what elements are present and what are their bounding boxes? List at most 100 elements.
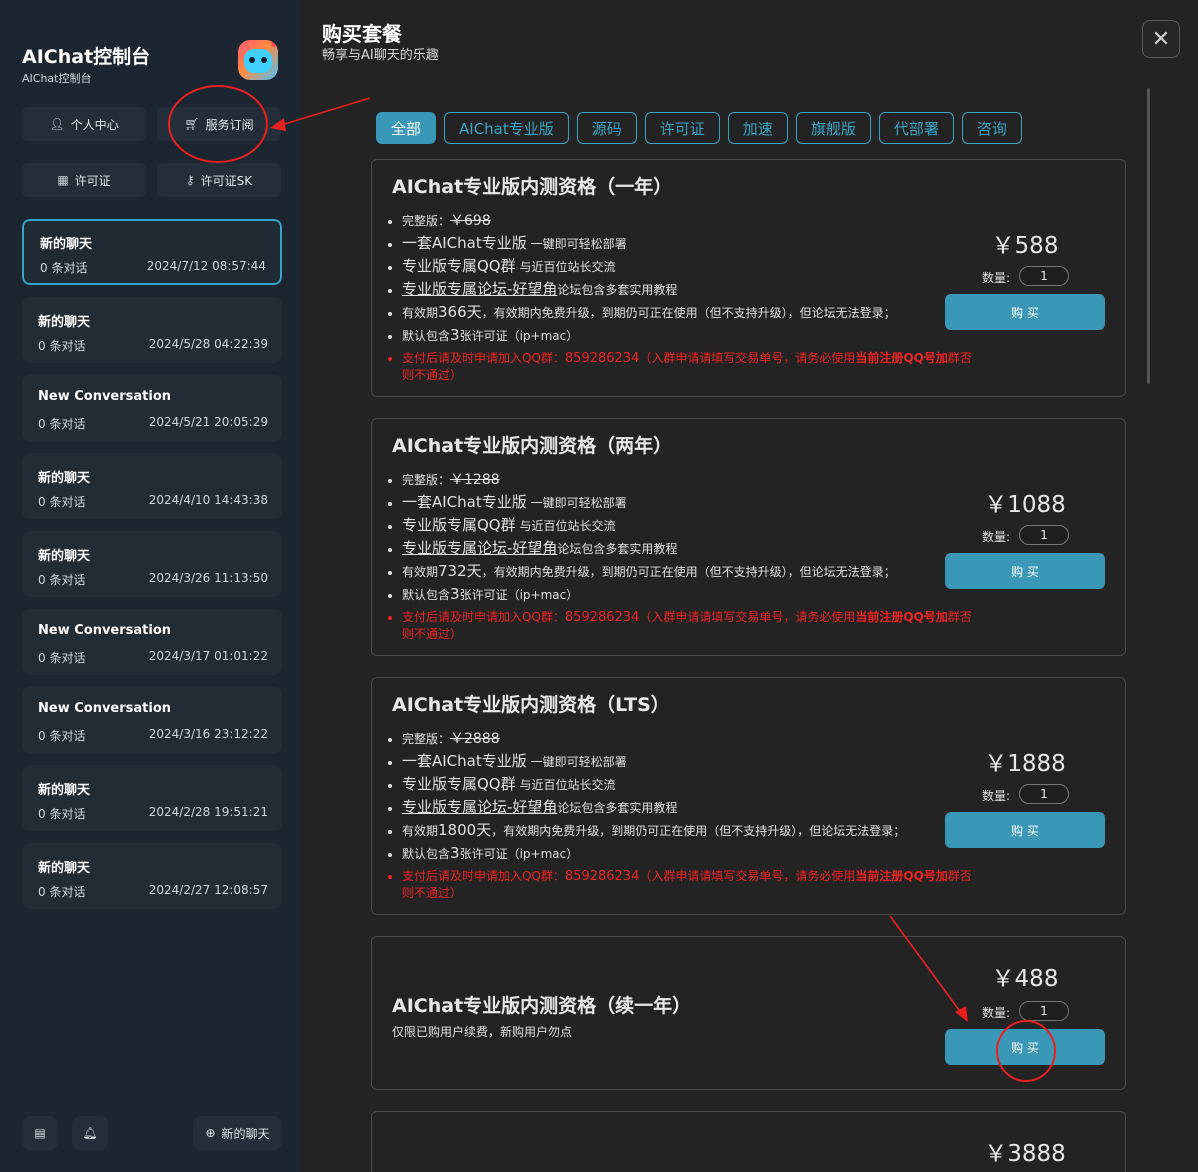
conversation-date: 2024/5/28 04:22:39 xyxy=(148,337,268,351)
feature-forum: 专业版专属论坛-好望角论坛包含多套实用教程 xyxy=(402,278,972,301)
feature-set: 一套AIChat专业版 一键即可轻松部署 xyxy=(402,232,972,255)
product-card: ￥3888 xyxy=(371,1111,1126,1172)
feature-set: 一套AIChat专业版 一键即可轻松部署 xyxy=(402,750,972,773)
conversation-item[interactable]: 新的聊天 0 条对话 2024/4/10 14:43:38 xyxy=(22,453,282,519)
conversation-date: 2024/3/26 11:13:50 xyxy=(148,571,268,585)
feature-validity: 有效期366天，有效期内免费升级，到期仍可正在使用（但不支持升级），但论坛无法登… xyxy=(402,301,972,324)
close-button[interactable]: ✕ xyxy=(1142,20,1180,58)
quantity-input[interactable]: 1 xyxy=(1019,1001,1069,1021)
conversation-title: New Conversation xyxy=(38,623,172,638)
profile-label: 个人中心 xyxy=(70,117,119,132)
product-price: ￥1888 xyxy=(984,751,1066,777)
profile-button[interactable]: 👤︎ 个人中心 xyxy=(22,107,146,141)
conversation-count: 0 条对话 xyxy=(38,495,86,509)
license-sk-label: 许可证SK xyxy=(200,173,253,188)
feature-qq-group: 专业版专属QQ群 与近百位站长交流 xyxy=(402,773,972,796)
buy-button[interactable]: 购 买 xyxy=(945,812,1105,848)
forum-link[interactable]: 专业版专属论坛-好望角 xyxy=(402,798,557,816)
tab-all[interactable]: 全部 xyxy=(376,112,437,144)
conversation-title: 新的聊天 xyxy=(38,783,91,798)
product-name: AIChat专业版内测资格（续一年） xyxy=(392,995,692,1017)
conversation-item[interactable]: New Conversation 0 条对话 2024/3/17 01:01:22 xyxy=(22,609,282,675)
quantity-label: 数量: xyxy=(982,271,1011,285)
product-card: AIChat专业版内测资格（LTS） 完整版：￥2888一套AIChat专业版 一… xyxy=(371,677,1126,915)
conversation-title: New Conversation xyxy=(38,701,172,716)
product-price: ￥488 xyxy=(991,966,1059,992)
conversation-date: 2024/2/28 19:51:21 xyxy=(148,805,268,819)
buy-button[interactable]: 购 买 xyxy=(945,553,1105,589)
page-title: 购买套餐 xyxy=(322,22,402,46)
conversation-item[interactable]: 新的聊天 0 条对话 2024/2/27 12:08:57 xyxy=(22,843,282,909)
tab-acceleration[interactable]: 加速 xyxy=(727,112,788,144)
purchase-notice: 支付后请及时申请加入QQ群：859286234（入群申请请填写交易单号，请务必使… xyxy=(402,606,972,643)
feature-licenses: 默认包含3张许可证（ip+mac） xyxy=(402,324,972,347)
quantity-label: 数量: xyxy=(982,1006,1011,1020)
conversation-item[interactable]: New Conversation 0 条对话 2024/5/21 20:05:29 xyxy=(22,375,282,441)
close-icon: ✕ xyxy=(1151,26,1171,52)
feature-forum: 专业版专属论坛-好望角论坛包含多套实用教程 xyxy=(402,537,972,560)
tab-flagship[interactable]: 旗舰版 xyxy=(795,112,871,144)
subscription-button[interactable]: 🛒︎ 服务订阅 xyxy=(157,107,281,141)
category-tabs: 全部 AIChat专业版 源码 许可证 加速 旗舰版 代部署 咨询 xyxy=(376,112,1022,144)
forum-link[interactable]: 专业版专属论坛-好望角 xyxy=(402,280,557,298)
feature-licenses: 默认包含3张许可证（ip+mac） xyxy=(402,842,972,865)
license-button[interactable]: ▦ 许可证 xyxy=(22,163,146,197)
new-chat-label: 新的聊天 xyxy=(221,1126,270,1141)
product-price: ￥1088 xyxy=(984,492,1066,518)
purchase-notice: 支付后请及时申请加入QQ群：859286234（入群申请请填写交易单号，请务必使… xyxy=(402,347,972,384)
conversation-item[interactable]: 新的聊天 0 条对话 2024/5/28 04:22:39 xyxy=(22,297,282,363)
feature-qq-group: 专业版专属QQ群 与近百位站长交流 xyxy=(402,255,972,278)
subscription-label: 服务订阅 xyxy=(205,117,254,132)
feature-validity: 有效期732天，有效期内免费升级，到期仍可正在使用（但不支持升级），但论坛无法登… xyxy=(402,560,972,583)
tab-aichat-pro[interactable]: AIChat专业版 xyxy=(444,112,569,144)
scrollbar[interactable] xyxy=(1147,88,1150,384)
conversation-item[interactable]: 新的聊天 0 条对话 2024/7/12 08:57:44 xyxy=(22,219,282,285)
product-name: AIChat专业版内测资格（LTS） xyxy=(392,694,670,716)
tab-license[interactable]: 许可证 xyxy=(644,112,720,144)
key-icon: ⚷ xyxy=(185,173,195,187)
conversation-title: 新的聊天 xyxy=(38,549,91,564)
page-subtitle: 畅享与AI聊天的乐趣 xyxy=(322,48,439,63)
conversation-count: 0 条对话 xyxy=(38,573,86,587)
license-sk-button[interactable]: ⚷ 许可证SK xyxy=(157,163,281,197)
feature-set: 一套AIChat专业版 一键即可轻松部署 xyxy=(402,491,972,514)
settings-button[interactable]: ▤ xyxy=(22,1116,58,1150)
tab-deployment[interactable]: 代部署 xyxy=(878,112,954,144)
new-chat-button[interactable]: ⊕ 新的聊天 xyxy=(193,1116,282,1150)
product-price: ￥3888 xyxy=(984,1141,1066,1167)
quantity-label: 数量: xyxy=(982,530,1011,544)
quantity-input[interactable]: 1 xyxy=(1019,784,1069,804)
id-card-icon: ▦ xyxy=(57,173,69,187)
quantity-input[interactable]: 1 xyxy=(1019,266,1069,286)
conversation-item[interactable]: New Conversation 0 条对话 2024/3/16 23:12:22 xyxy=(22,687,282,753)
cart-icon: 🛒︎ xyxy=(184,117,200,131)
tab-source-code[interactable]: 源码 xyxy=(576,112,637,144)
purchase-notice: 支付后请及时申请加入QQ群：859286234（入群申请请填写交易单号，请务必使… xyxy=(402,865,972,902)
product-card: AIChat专业版内测资格（一年） 完整版：￥698一套AIChat专业版 一键即… xyxy=(371,159,1126,397)
feature-licenses: 默认包含3张许可证（ip+mac） xyxy=(402,583,972,606)
feature-full-price: 完整版：￥1288 xyxy=(402,469,972,491)
server-icon: ▤ xyxy=(34,1126,46,1140)
notifications-button[interactable]: 🔔︎ xyxy=(72,1116,108,1150)
forum-link[interactable]: 专业版专属论坛-好望角 xyxy=(402,539,557,557)
app-title: AIChat控制台 xyxy=(22,46,151,68)
feature-list: 完整版：￥2888一套AIChat专业版 一键即可轻松部署专业版专属QQ群 与近… xyxy=(402,728,972,902)
conversation-count: 0 条对话 xyxy=(38,417,86,431)
buy-button[interactable]: 购 买 xyxy=(945,1029,1105,1065)
conversation-count: 0 条对话 xyxy=(40,261,88,275)
bell-icon: 🔔︎ xyxy=(82,1126,98,1140)
feature-validity: 有效期1800天，有效期内免费升级，到期仍可正在使用（但不支持升级），但论坛无法… xyxy=(402,819,972,842)
quantity-input[interactable]: 1 xyxy=(1019,525,1069,545)
conversation-title: New Conversation xyxy=(38,389,172,404)
buy-button[interactable]: 购 买 xyxy=(945,294,1105,330)
tab-consult[interactable]: 咨询 xyxy=(961,112,1022,144)
conversation-item[interactable]: 新的聊天 0 条对话 2024/2/28 19:51:21 xyxy=(22,765,282,831)
conversation-item[interactable]: 新的聊天 0 条对话 2024/3/26 11:13:50 xyxy=(22,531,282,597)
conversation-date: 2024/7/12 08:57:44 xyxy=(146,259,266,273)
conversation-date: 2024/5/21 20:05:29 xyxy=(148,415,268,429)
feature-forum: 专业版专属论坛-好望角论坛包含多套实用教程 xyxy=(402,796,972,819)
plus-circle-icon: ⊕ xyxy=(205,1126,216,1140)
license-label: 许可证 xyxy=(74,173,111,188)
conversation-title: 新的聊天 xyxy=(40,237,93,252)
conversation-count: 0 条对话 xyxy=(38,339,86,353)
